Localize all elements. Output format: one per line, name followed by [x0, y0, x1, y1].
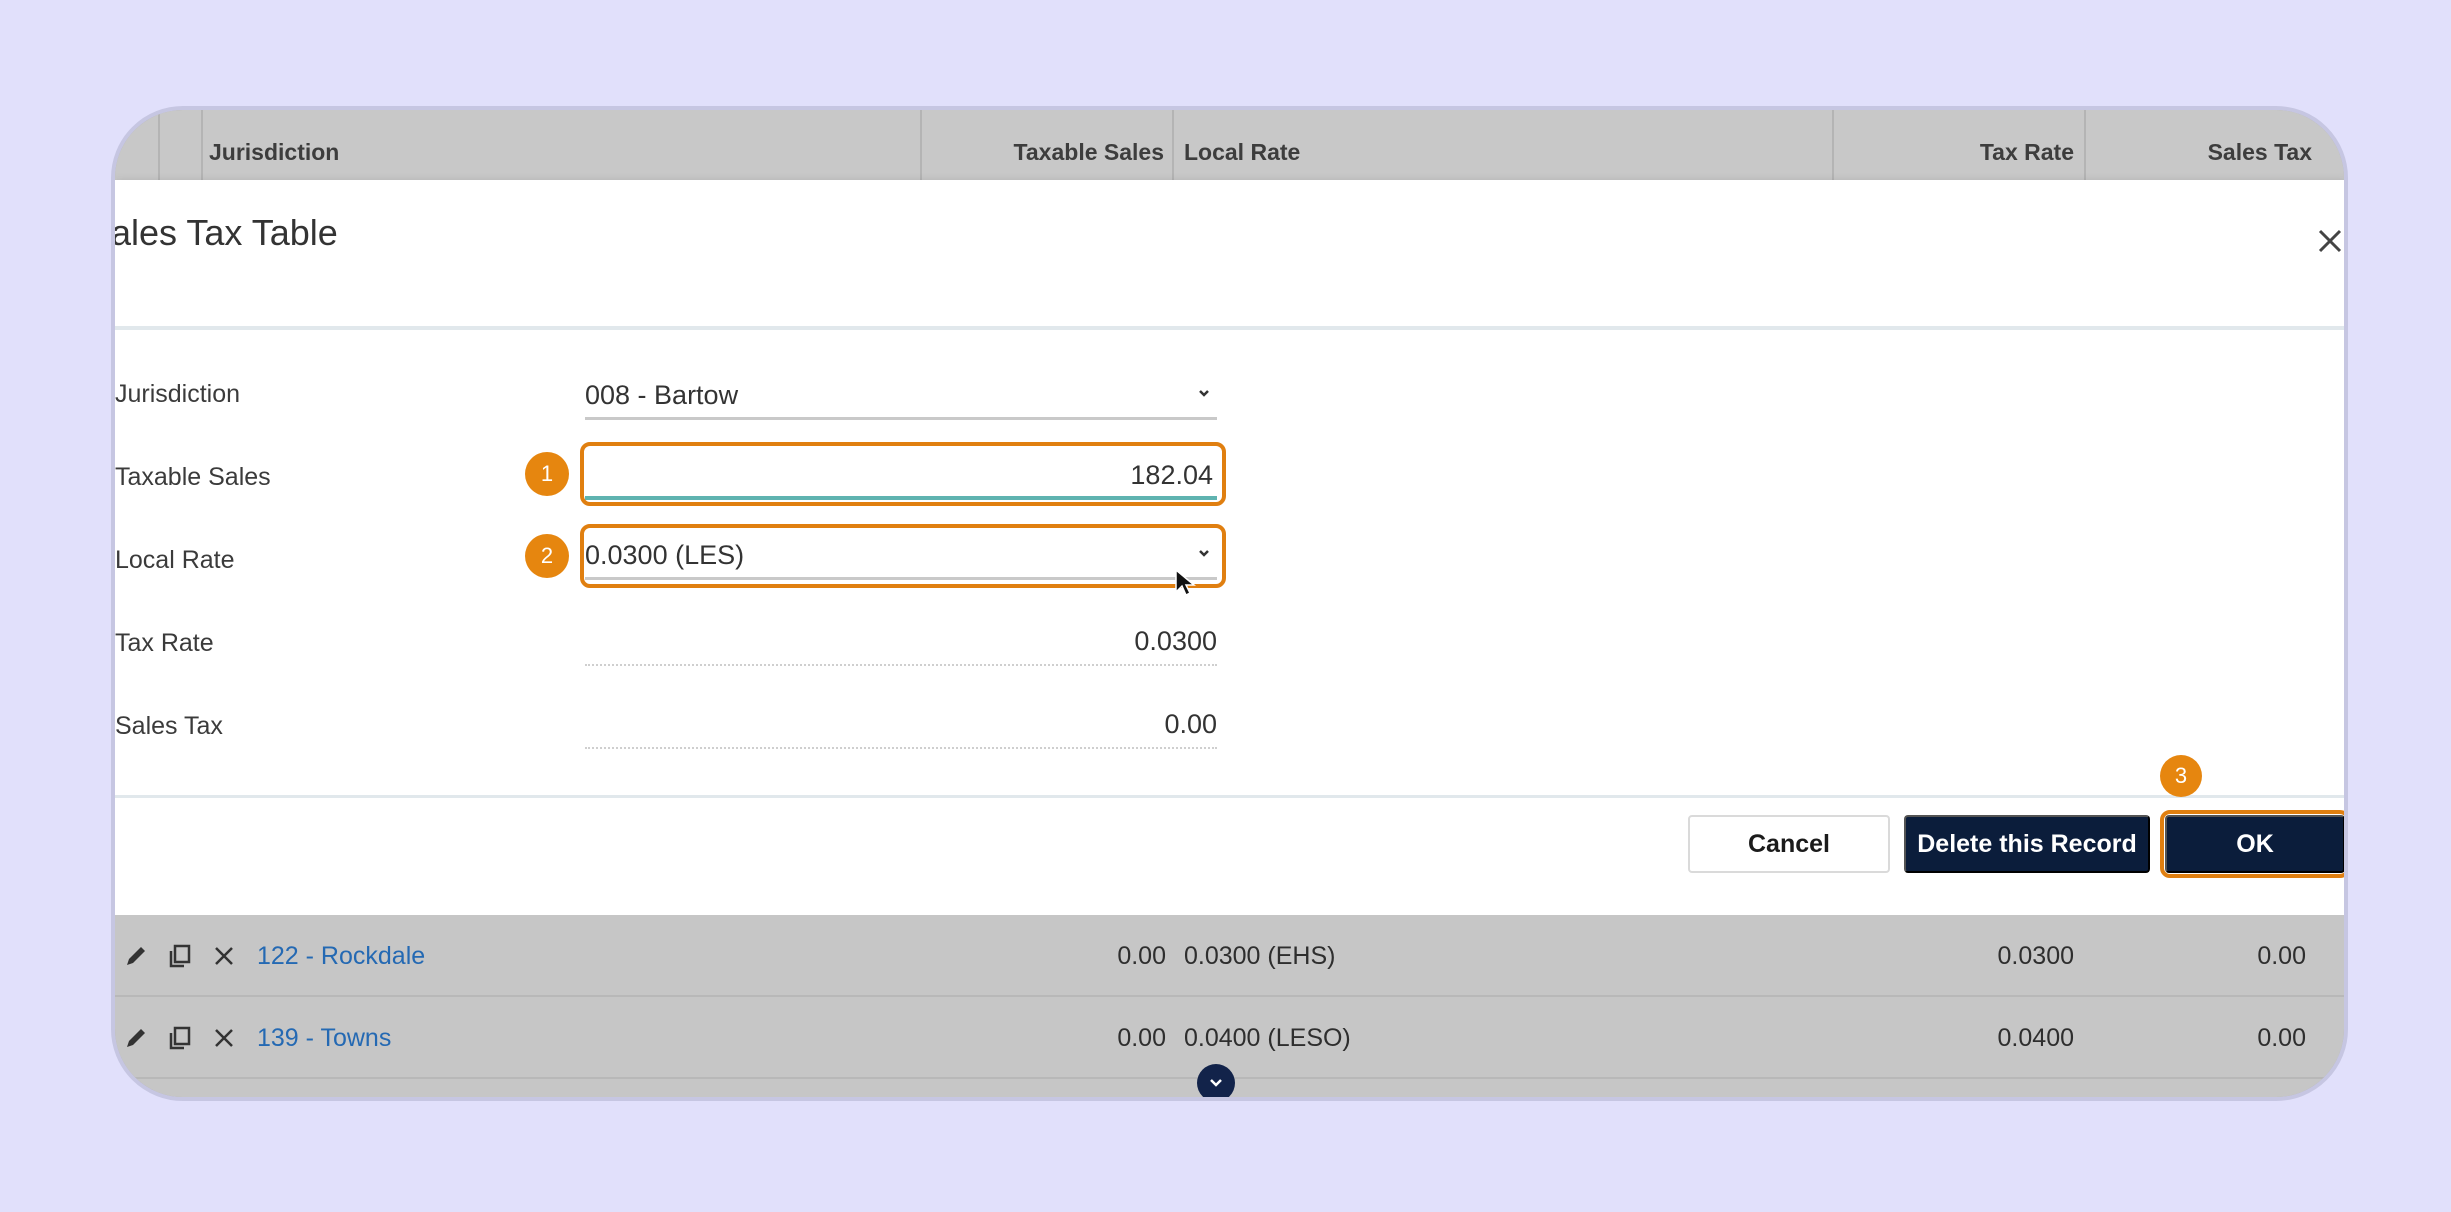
step-2-badge: 2 [525, 534, 569, 578]
table-row: 139 - Towns 0.00 0.0400 (LESO) 0.0400 0.… [115, 997, 2344, 1079]
jurisdiction-label: Jurisdiction [115, 380, 241, 408]
header-spacer [115, 110, 160, 180]
modal-title: ales Tax Table [111, 212, 338, 253]
chevron-down-icon [1199, 390, 1209, 397]
header-jurisdiction[interactable]: Jurisdiction [203, 110, 922, 180]
tax-rate-field: 0.0300 [585, 616, 1217, 666]
pencil-icon[interactable] [119, 1021, 153, 1055]
row-sales-tax: 0.00 [2257, 942, 2306, 970]
sales-tax-label: Sales Tax [115, 712, 223, 740]
jurisdiction-value: 008 - Bartow [585, 380, 739, 410]
jurisdiction-select[interactable]: 008 - Bartow [585, 370, 1217, 420]
sales-tax-value: 0.00 [1164, 709, 1217, 739]
modal-footer: Cancel Delete this Record OK 3 [115, 755, 2344, 915]
row-actions [119, 915, 241, 997]
step-3-badge: 3 [2160, 755, 2202, 797]
row-tax-rate: 0.0400 [1997, 1024, 2074, 1052]
step-1-badge: 1 [525, 452, 569, 496]
mouse-cursor-icon [1175, 568, 1196, 597]
row-jurisdiction-link[interactable]: 122 - Rockdale [257, 915, 425, 997]
close-button[interactable] [2313, 224, 2344, 258]
row-jurisdiction-link[interactable]: 139 - Towns [257, 997, 391, 1079]
tax-rate-label: Tax Rate [115, 629, 214, 657]
table-row: 122 - Rockdale 0.00 0.0300 (EHS) 0.0300 … [115, 915, 2344, 997]
row-taxable-sales: 0.00 [1117, 1024, 1166, 1052]
tax-rate-value: 0.0300 [1134, 626, 1217, 656]
chevron-down-icon [1210, 1079, 1222, 1087]
sales-tax-field: 0.00 [585, 699, 1217, 749]
step-3-highlight [2160, 810, 2344, 878]
pencil-icon[interactable] [119, 939, 153, 973]
modal-header: ales Tax Table [115, 180, 2344, 330]
scroll-down-button[interactable] [1197, 1064, 1235, 1097]
header-taxable-sales[interactable]: Taxable Sales [922, 110, 1174, 180]
copy-icon[interactable] [163, 1021, 197, 1055]
header-spacer [160, 110, 203, 180]
x-icon[interactable] [207, 939, 241, 973]
close-icon [2318, 229, 2342, 253]
x-icon[interactable] [207, 1021, 241, 1055]
row-taxable-sales: 0.00 [1117, 942, 1166, 970]
delete-record-button[interactable]: Delete this Record [1904, 815, 2150, 873]
copy-icon[interactable] [163, 939, 197, 973]
row-tax-rate: 0.0300 [1997, 942, 2074, 970]
sales-tax-modal: ales Tax Table Jurisdiction 008 - Bartow… [115, 180, 2344, 915]
table-header: Jurisdiction Taxable Sales Local Rate Ta… [115, 110, 2344, 180]
header-tax-rate[interactable]: Tax Rate [1834, 110, 2086, 180]
row-sales-tax: 0.00 [2257, 1024, 2306, 1052]
taxable-sales-label: Taxable Sales [115, 463, 271, 491]
screenshot-frame: Jurisdiction Taxable Sales Local Rate Ta… [111, 106, 2348, 1101]
header-sales-tax[interactable]: Sales Tax [2086, 110, 2344, 180]
row-actions [119, 997, 241, 1079]
step-2-highlight [580, 524, 1226, 588]
cancel-button[interactable]: Cancel [1688, 815, 1890, 873]
step-1-highlight [580, 442, 1226, 506]
header-local-rate[interactable]: Local Rate [1174, 110, 1834, 180]
row-local-rate: 0.0300 (EHS) [1184, 942, 1336, 970]
local-rate-label: Local Rate [115, 546, 235, 574]
